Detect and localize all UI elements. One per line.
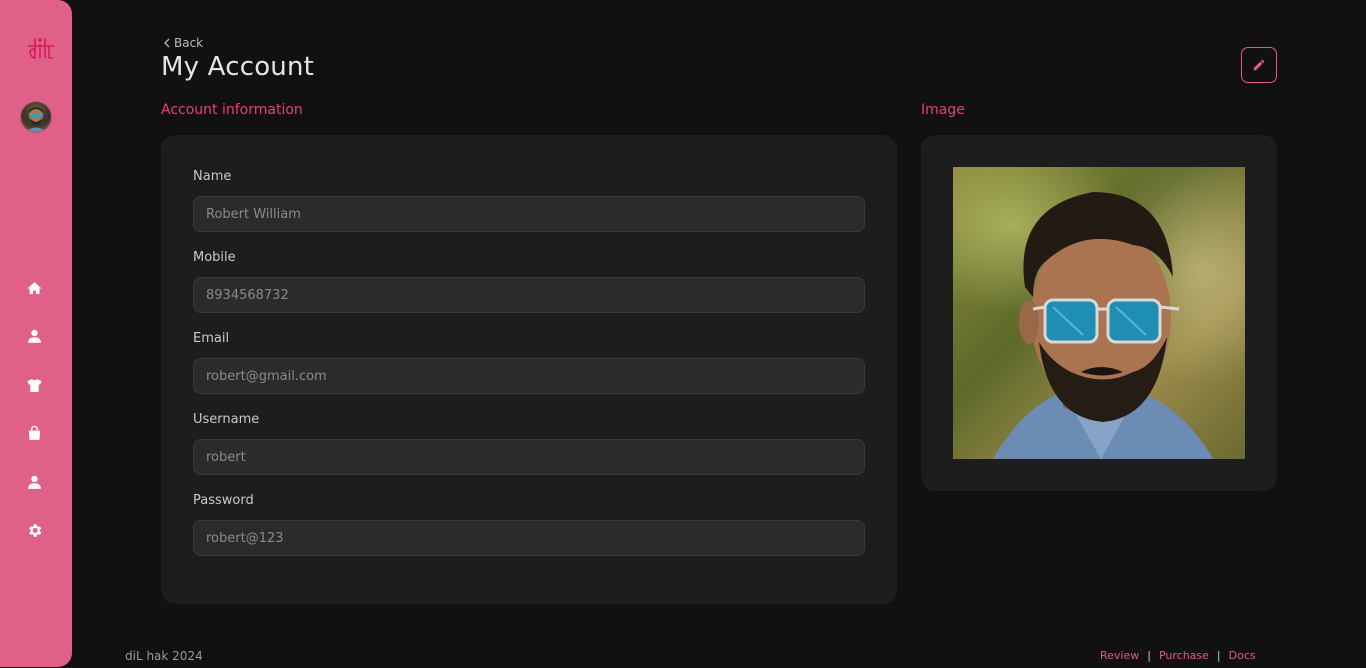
back-link[interactable]: Back bbox=[163, 36, 203, 50]
footer-separator: | bbox=[1147, 649, 1151, 662]
purchase-link[interactable]: Purchase bbox=[1159, 649, 1209, 662]
page-title: My Account bbox=[161, 52, 315, 82]
sidebar bbox=[0, 0, 72, 667]
mobile-field[interactable] bbox=[193, 277, 865, 313]
account-information-card: Name Mobile Email Username Password bbox=[161, 135, 897, 604]
edit-button[interactable] bbox=[1241, 47, 1277, 83]
name-label: Name bbox=[193, 169, 232, 184]
footer-separator: | bbox=[1216, 649, 1221, 662]
image-card bbox=[921, 135, 1277, 491]
pencil-icon bbox=[1253, 59, 1265, 71]
username-label: Username bbox=[193, 412, 260, 427]
back-label: Back bbox=[174, 36, 204, 50]
dil-logo-icon[interactable] bbox=[27, 34, 55, 60]
footer-links: Review | Purchase | Docs bbox=[1100, 649, 1256, 662]
image-heading: Image bbox=[921, 102, 965, 118]
name-field[interactable] bbox=[193, 196, 865, 232]
shopping-bag-icon[interactable] bbox=[24, 423, 44, 443]
profile-photo bbox=[953, 167, 1245, 459]
chevron-left-icon bbox=[164, 38, 170, 48]
account-icon[interactable] bbox=[24, 472, 44, 492]
mobile-label: Mobile bbox=[193, 250, 236, 265]
user-avatar[interactable] bbox=[21, 102, 51, 132]
password-label: Password bbox=[193, 493, 254, 508]
tshirt-icon[interactable] bbox=[24, 375, 44, 395]
home-icon[interactable] bbox=[24, 278, 44, 298]
email-field[interactable] bbox=[193, 358, 865, 394]
gear-icon[interactable] bbox=[24, 520, 44, 540]
username-field[interactable] bbox=[193, 439, 865, 475]
email-label: Email bbox=[193, 331, 230, 346]
account-information-heading: Account information bbox=[161, 102, 303, 118]
docs-link[interactable]: Docs bbox=[1229, 649, 1256, 662]
footer-copyright: diL hak 2024 bbox=[125, 649, 203, 663]
user-icon[interactable] bbox=[24, 326, 44, 346]
password-field[interactable] bbox=[193, 520, 865, 556]
review-link[interactable]: Review bbox=[1100, 649, 1139, 662]
